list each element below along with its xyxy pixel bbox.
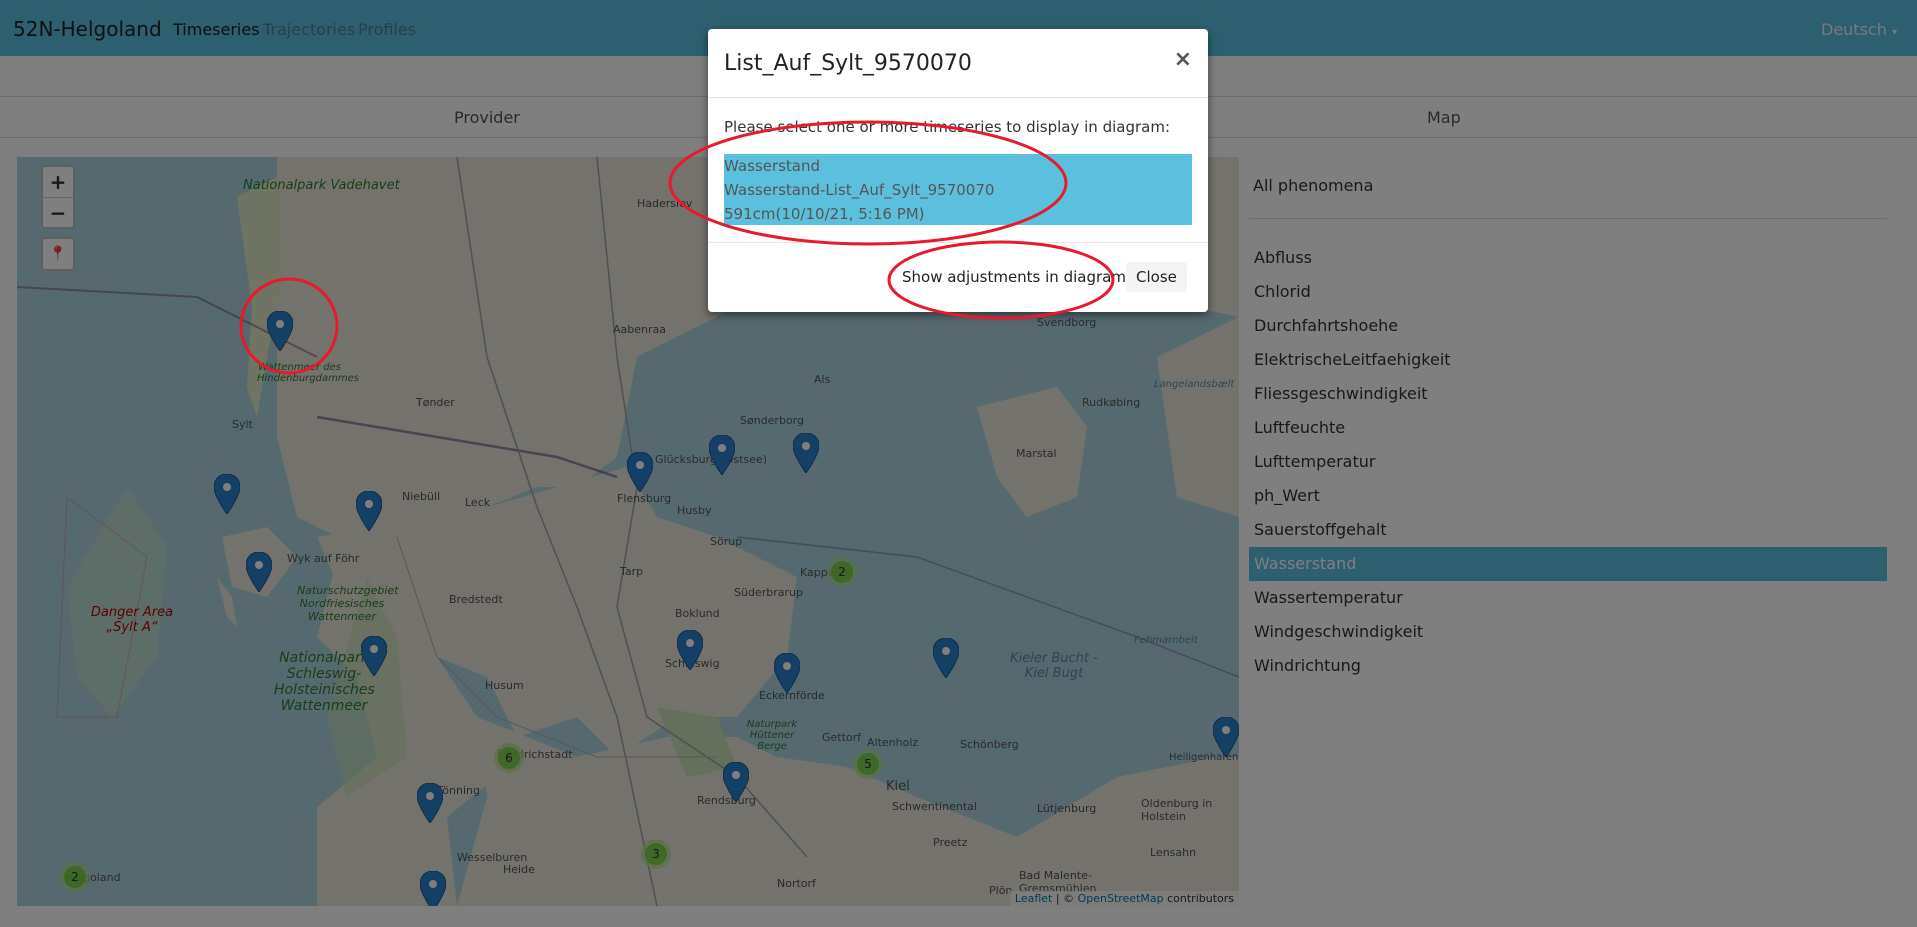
highlight-circle <box>239 277 339 375</box>
annotation-layer <box>239 120 1115 375</box>
highlight-circle <box>887 240 1115 320</box>
highlight-circle <box>668 120 1068 246</box>
